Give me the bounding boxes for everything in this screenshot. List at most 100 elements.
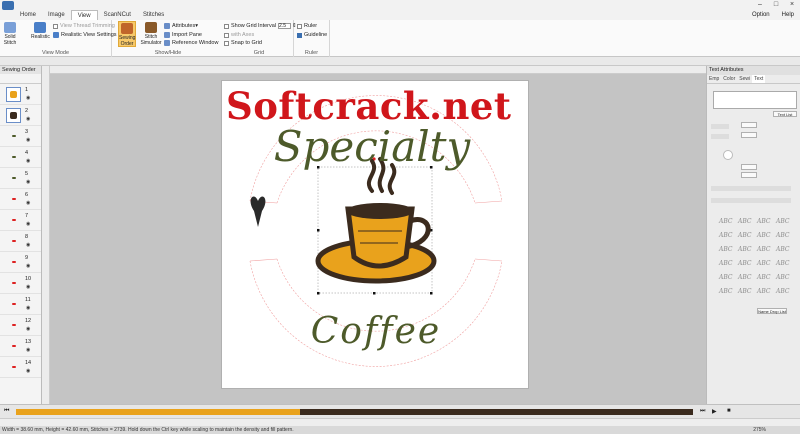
font-sample[interactable]: ABC <box>719 260 738 270</box>
tab-view[interactable]: View <box>70 10 98 20</box>
tab-scanncut[interactable]: ScanNCut <box>98 10 137 20</box>
tab-emp[interactable]: Emp <box>707 75 721 83</box>
font-sample[interactable]: ABC <box>757 260 776 270</box>
list-item[interactable]: 12 ◉ <box>0 315 41 336</box>
realistic-button[interactable]: Realistic <box>31 21 50 47</box>
import-pane-option[interactable]: Import Pane <box>164 31 202 39</box>
font-sample[interactable]: ABC <box>757 274 776 284</box>
font-sample[interactable]: ABC <box>719 246 738 256</box>
solid-stitch-button[interactable]: Solid Stitch <box>2 21 18 47</box>
list-item[interactable]: 4 ◉ <box>0 147 41 168</box>
list-item[interactable]: 10 ◉ <box>0 273 41 294</box>
list-item[interactable]: 7 ◉ <box>0 210 41 231</box>
rotation-dial[interactable] <box>723 150 733 160</box>
eye-icon[interactable]: ◉ <box>26 347 30 353</box>
tab-text[interactable]: Text <box>752 75 766 83</box>
font-sample[interactable]: ABC <box>738 218 757 228</box>
eye-icon[interactable]: ◉ <box>26 368 30 374</box>
close-icon[interactable]: × <box>784 0 800 10</box>
stitch-simulator-button[interactable]: Stitch Simulator <box>140 21 162 47</box>
eye-icon[interactable]: ◉ <box>26 137 30 143</box>
eye-icon[interactable]: ◉ <box>26 221 30 227</box>
font-sample[interactable]: ABC <box>738 246 757 256</box>
eye-icon[interactable]: ◉ <box>26 95 30 101</box>
eye-icon[interactable]: ◉ <box>26 158 30 164</box>
play-icon[interactable]: ▶ <box>712 408 717 415</box>
list-item[interactable]: 5 ◉ <box>0 168 41 189</box>
tab-home[interactable]: Home <box>14 10 42 20</box>
eye-icon[interactable]: ◉ <box>26 116 30 122</box>
timeline-track[interactable] <box>16 409 693 415</box>
text-input[interactable] <box>713 91 797 109</box>
font-sample[interactable]: ABC <box>776 246 795 256</box>
guideline-option[interactable]: Guideline <box>297 31 327 39</box>
guideline-checkbox[interactable] <box>297 32 302 38</box>
snap-to-grid-checkbox[interactable] <box>224 40 229 46</box>
grid-interval-input[interactable]: 2.5 <box>278 23 292 29</box>
font-sample[interactable]: ABC <box>757 246 776 256</box>
text-list-button[interactable]: Text List <box>773 111 797 117</box>
font-sample[interactable]: ABC <box>719 274 738 284</box>
eye-icon[interactable]: ◉ <box>26 305 30 311</box>
list-item[interactable]: 13 ◉ <box>0 336 41 357</box>
font-sample[interactable]: ABC <box>776 232 795 242</box>
with-axes-checkbox[interactable] <box>224 32 229 38</box>
minimize-icon[interactable]: – <box>752 0 768 10</box>
list-item[interactable]: 1 ◉ <box>0 84 41 105</box>
font-sample[interactable]: ABC <box>738 288 757 298</box>
reference-window-option[interactable]: Reference Window <box>164 39 218 47</box>
skip-back-icon[interactable]: ⏮ <box>4 408 9 415</box>
font-sample[interactable]: ABC <box>776 218 795 228</box>
tab-stitches[interactable]: Stitches <box>137 10 170 20</box>
font-sample[interactable]: ABC <box>719 232 738 242</box>
panel-toolbar[interactable] <box>0 74 41 84</box>
font-sample[interactable]: ABC <box>776 274 795 284</box>
list-item[interactable]: 3 ◉ <box>0 126 41 147</box>
font-sample[interactable]: ABC <box>738 274 757 284</box>
list-item[interactable]: 14 ◉ <box>0 357 41 378</box>
tab-color[interactable]: Color <box>721 75 737 83</box>
ruler-checkbox[interactable] <box>297 23 302 29</box>
view-thread-trimming-checkbox[interactable] <box>53 23 58 29</box>
font-sample[interactable]: ABC <box>776 260 795 270</box>
eye-icon[interactable]: ◉ <box>26 263 30 269</box>
app-logo-icon[interactable] <box>2 0 14 10</box>
list-item[interactable]: 8 ◉ <box>0 231 41 252</box>
eye-icon[interactable]: ◉ <box>26 284 30 290</box>
list-item[interactable]: 6 ◉ <box>0 189 41 210</box>
show-grid-option[interactable]: Show Grid <box>224 22 257 30</box>
font-sample[interactable]: ABC <box>738 232 757 242</box>
tab-sewi[interactable]: Sewi <box>737 75 752 83</box>
eye-icon[interactable]: ◉ <box>26 179 30 185</box>
attributes-option[interactable]: Attributes ▾ <box>164 22 198 30</box>
eye-icon[interactable]: ◉ <box>26 200 30 206</box>
list-item[interactable]: 9 ◉ <box>0 252 41 273</box>
list-item[interactable]: 11 ◉ <box>0 294 41 315</box>
view-thread-trimming-option[interactable]: View Thread Trimming <box>53 22 115 30</box>
stop-icon[interactable]: ■ <box>727 408 731 414</box>
font-sample[interactable]: ABC <box>757 218 776 228</box>
eye-icon[interactable]: ◉ <box>26 242 30 248</box>
zoom-level[interactable]: 275% <box>753 426 766 434</box>
skip-forward-icon[interactable]: ⏭ <box>700 408 705 415</box>
realistic-view-settings-option[interactable]: Realistic View Settings <box>53 31 117 39</box>
font-sample[interactable]: ABC <box>719 218 738 228</box>
eye-icon[interactable]: ◉ <box>26 326 30 332</box>
font-sample[interactable]: ABC <box>757 232 776 242</box>
thumbnail <box>6 234 21 249</box>
sewing-order-button[interactable]: Sewing Order <box>118 21 136 47</box>
list-item[interactable]: 2 ◉ <box>0 105 41 126</box>
font-sample[interactable]: ABC <box>757 288 776 298</box>
font-sample[interactable]: ABC <box>776 288 795 298</box>
maximize-icon[interactable]: □ <box>768 0 784 10</box>
font-sample[interactable]: ABC <box>719 288 738 298</box>
name-drop-list-button[interactable]: Name Drop List <box>757 308 787 314</box>
font-sample[interactable]: ABC <box>738 260 757 270</box>
ruler-option[interactable]: Ruler <box>297 22 317 30</box>
tab-image[interactable]: Image <box>42 10 71 20</box>
option-menu[interactable]: Option <box>746 10 776 20</box>
with-axes-option[interactable]: with Axes <box>224 31 254 39</box>
show-grid-checkbox[interactable] <box>224 23 229 29</box>
help-menu[interactable]: Help <box>776 10 800 20</box>
item-number: 8 <box>25 234 29 240</box>
